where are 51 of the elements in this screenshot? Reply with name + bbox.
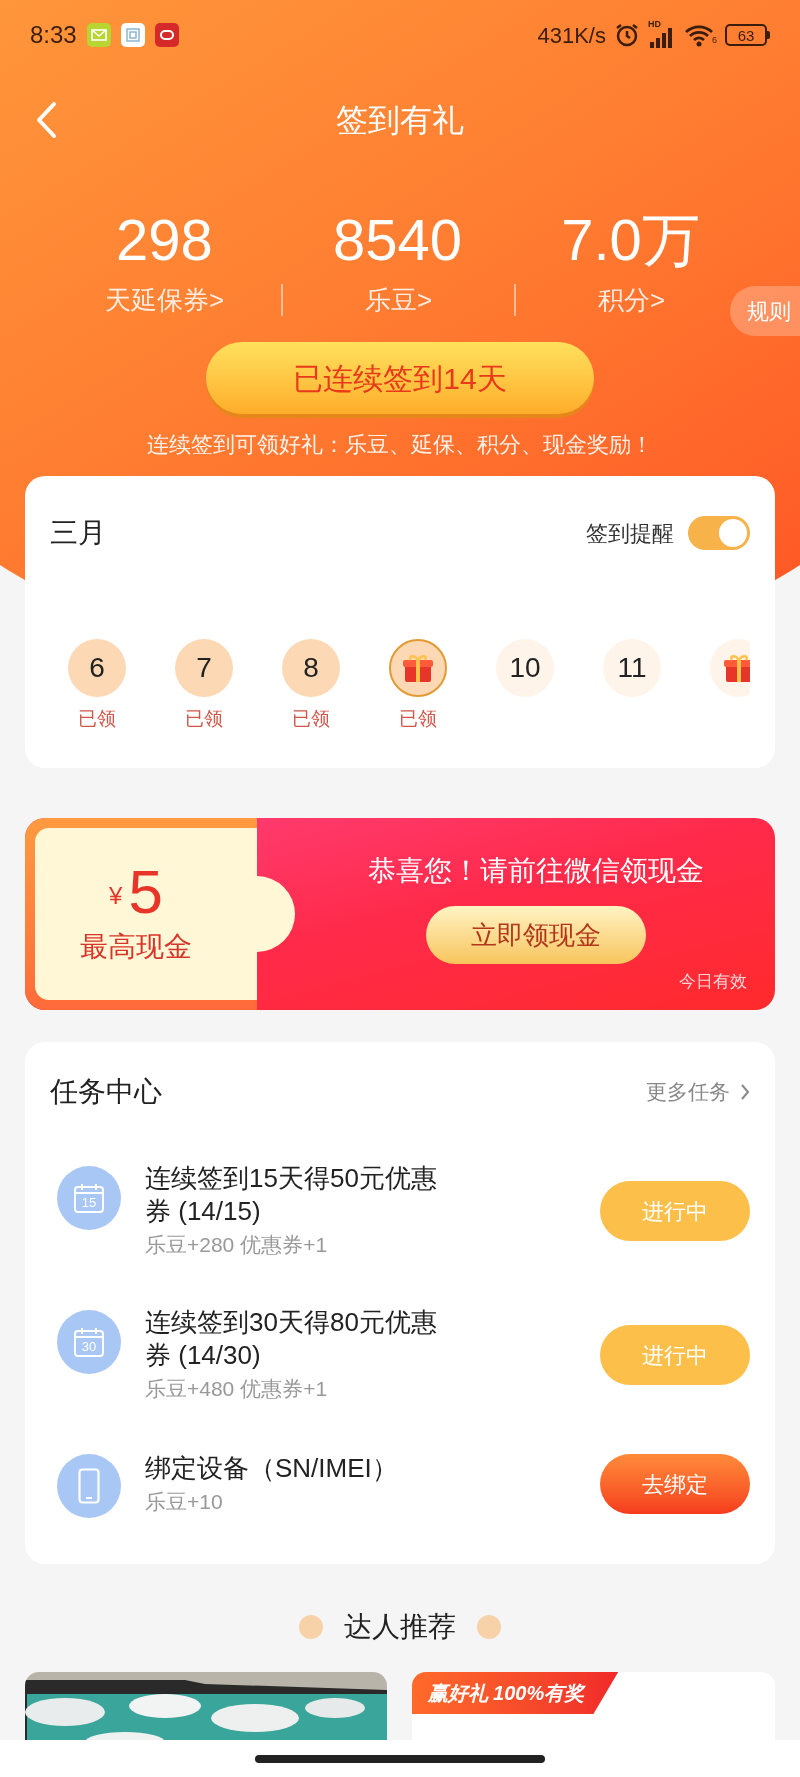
task-title: 连续签到30天得80元优惠券 (14/30) — [145, 1306, 438, 1372]
reminder-toggle[interactable] — [688, 516, 750, 550]
task-title: 连续签到15天得50元优惠券 (14/15) — [145, 1162, 438, 1228]
stat-label[interactable]: 天延保券> — [104, 284, 225, 316]
section-title: 任务中心 — [50, 1075, 162, 1109]
stat-value[interactable]: 298 — [116, 204, 213, 276]
currency-symbol: ¥ — [109, 881, 123, 911]
wifi-label: 6 — [712, 33, 717, 47]
mail-app-icon — [86, 23, 111, 47]
validity-note: 今日有效 — [679, 970, 747, 993]
hd-label: HD — [648, 18, 661, 31]
task-button[interactable]: 进行中 — [600, 1325, 750, 1385]
cash-message: 恭喜您！请前往微信领现金 — [368, 854, 704, 888]
wifi-icon — [684, 23, 714, 47]
back-icon — [35, 101, 57, 139]
calendar-icon: 30 — [73, 1326, 105, 1358]
task-title: 绑定设备（SN/IMEI） — [145, 1451, 399, 1485]
cash-amount: 5 — [128, 860, 163, 924]
month-label: 三月 — [50, 516, 106, 550]
square-app-icon — [120, 23, 145, 47]
task-reward: 乐豆+480 优惠券+1 — [145, 1376, 329, 1402]
subtitle-text: 连续签到可领好礼：乐豆、延保、积分、现金奖励！ — [147, 431, 653, 459]
promo-tag: 赢好礼 100%有奖 — [411, 1672, 619, 1714]
reminder-label: 签到提醒 — [586, 519, 674, 548]
battery-indicator: 63 — [725, 24, 767, 46]
task-reward: 乐豆+280 优惠券+1 — [145, 1232, 329, 1258]
claimed-label: 已领 — [292, 707, 330, 731]
alarm-icon — [614, 22, 640, 48]
claim-cash-button[interactable]: 立即领现金 — [426, 906, 646, 964]
rules-tab[interactable]: 规则 — [730, 286, 800, 336]
cash-label: 最高现金 — [80, 930, 192, 964]
claimed-label: 已领 — [185, 707, 223, 731]
app-icon — [154, 23, 179, 47]
more-tasks-link[interactable]: 更多任务 — [646, 1076, 750, 1108]
network-speed: 431K/s — [537, 21, 606, 50]
task-button[interactable]: 进行中 — [600, 1181, 750, 1241]
task-button[interactable]: 去绑定 — [600, 1454, 750, 1514]
stat-value[interactable]: 7.0万 — [561, 204, 700, 276]
stat-label[interactable]: 积分> — [597, 284, 666, 316]
stat-value[interactable]: 8540 — [333, 204, 462, 276]
calendar-icon: 15 — [73, 1182, 105, 1214]
claimed-label: 已领 — [399, 707, 437, 731]
home-indicator[interactable] — [255, 1754, 545, 1763]
page-title: 签到有礼 — [336, 101, 464, 140]
stat-label[interactable]: 乐豆> — [364, 284, 433, 316]
phone-icon — [78, 1468, 100, 1504]
section-title: 达人推荐 — [344, 1610, 456, 1644]
claimed-label: 已领 — [78, 707, 116, 731]
chevron-right-icon — [740, 1083, 750, 1101]
task-reward: 乐豆+10 — [145, 1488, 224, 1515]
status-time: 8:33 — [30, 20, 77, 50]
